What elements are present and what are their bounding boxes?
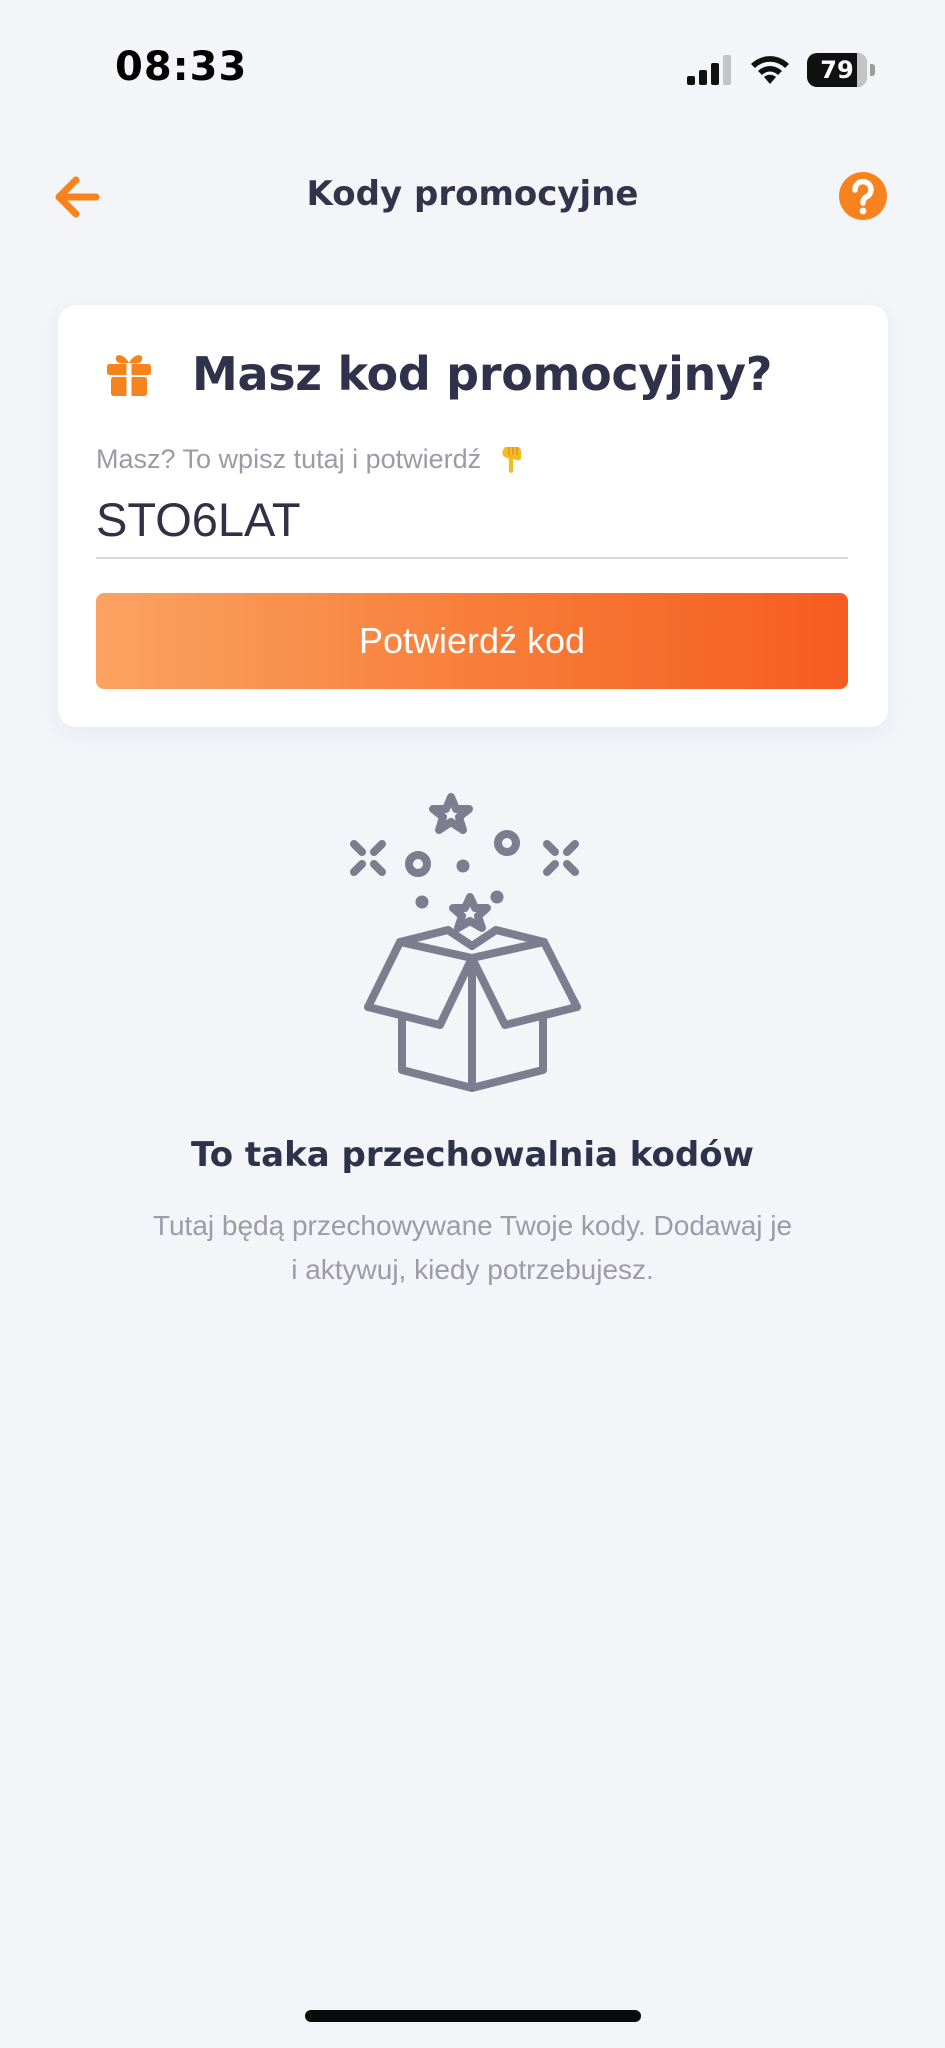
battery-icon: 79 <box>807 53 875 87</box>
empty-state-title: To taka przechowalnia kodów <box>191 1135 754 1175</box>
promo-code-input[interactable] <box>96 481 848 559</box>
sparkle-icon <box>543 840 579 876</box>
code-field-label: Masz? To wpisz tutaj i potwierdź <box>96 443 527 475</box>
wifi-icon <box>751 56 789 84</box>
gift-icon <box>107 355 151 396</box>
card-title: Masz kod promocyjny? <box>192 347 773 401</box>
cellular-signal-icon <box>687 55 731 85</box>
sparkle-icon <box>350 840 386 876</box>
star-icon <box>449 893 491 932</box>
open-box-illustration <box>350 793 581 1092</box>
nav-bar: Kody promocyjne <box>0 160 945 232</box>
battery-level: 79 <box>820 56 854 84</box>
home-indicator[interactable] <box>305 2010 641 2022</box>
pointing-down-hand-icon <box>502 447 522 473</box>
status-bar: 08:33 79 <box>0 0 945 130</box>
help-button[interactable] <box>837 170 889 222</box>
confirm-code-button[interactable]: Potwierdź kod <box>96 593 848 689</box>
status-time: 08:33 <box>115 44 248 90</box>
status-icons: 79 <box>687 52 875 88</box>
star-icon <box>429 793 473 834</box>
page-title: Kody promocyjne <box>306 174 639 214</box>
card-header: Masz kod promocyjny? <box>104 347 772 401</box>
code-field-label-text: Masz? To wpisz tutaj i potwierdź <box>96 443 482 474</box>
promo-code-card: Masz kod promocyjny? Masz? To wpisz tuta… <box>58 305 888 727</box>
question-circle-icon <box>839 172 887 220</box>
empty-state-description: Tutaj będą przechowywane Twoje kody. Dod… <box>152 1210 793 1285</box>
